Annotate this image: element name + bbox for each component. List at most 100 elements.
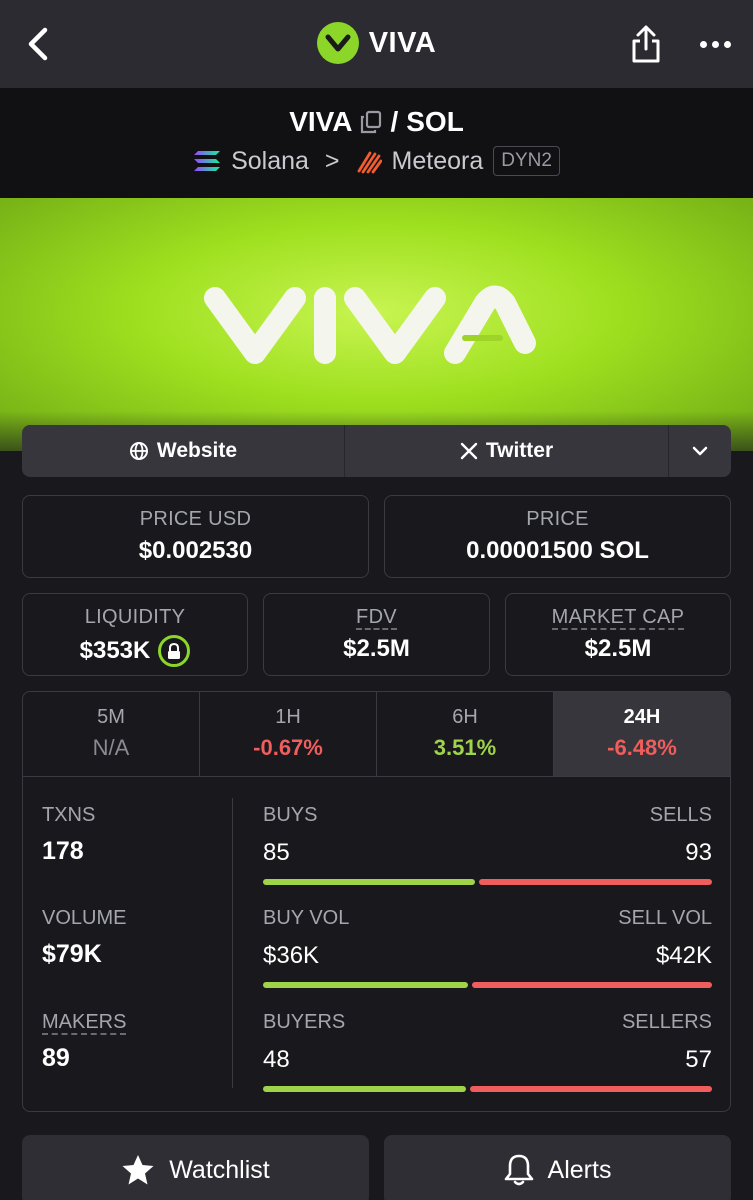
copy-icon[interactable]: [360, 110, 382, 134]
column-divider: [232, 798, 233, 1088]
market-cap-label-wrap: MARKET CAP: [506, 606, 730, 630]
buys-sells-bar: [263, 879, 712, 885]
tab-6h[interactable]: 6H 3.51%: [377, 692, 554, 776]
watchlist-button[interactable]: Watchlist: [22, 1135, 369, 1200]
top-bar: VIVA: [0, 0, 753, 88]
fdv-label-wrap: FDV: [264, 606, 489, 630]
tab-change: -0.67%: [253, 735, 323, 760]
dot-icon: [699, 40, 707, 48]
price-usd-box: PRICE USD $0.002530: [22, 495, 369, 578]
share-button[interactable]: [626, 22, 666, 66]
alerts-button[interactable]: Alerts: [384, 1135, 731, 1200]
buyers-sellers-ratio: BUYERS SELLERS 48 57: [263, 1011, 712, 1092]
timeframe-tabs: 5M N/A 1H -0.67% 6H 3.51% 24H -6.48%: [23, 692, 730, 777]
viva-wordmark-logo: [204, 285, 536, 364]
tab-5m[interactable]: 5M N/A: [23, 692, 200, 776]
lock-icon[interactable]: [158, 635, 191, 667]
solana-icon: [194, 151, 221, 171]
website-label: Website: [156, 439, 238, 462]
market-cap-box[interactable]: MARKET CAP $2.5M: [505, 593, 731, 676]
buy-bar-segment: [263, 982, 468, 988]
meteora-icon: [357, 151, 382, 174]
pair-line: VIVA / SOL: [0, 106, 753, 138]
pool-type-badge: DYN2: [493, 146, 560, 176]
alerts-label: Alerts: [547, 1155, 612, 1184]
dex-name[interactable]: Meteora: [392, 147, 484, 176]
links-row: Website Twitter: [22, 425, 731, 477]
buys-label: BUYS: [263, 804, 318, 826]
fdv-value: $2.5M: [343, 635, 410, 662]
twitter-label: Twitter: [485, 439, 554, 462]
x-logo-icon: [460, 442, 478, 460]
watchlist-label: Watchlist: [169, 1155, 270, 1184]
globe-icon: [129, 442, 148, 460]
sell-vol-label: SELL VOL: [618, 907, 712, 929]
tab-24h[interactable]: 24H -6.48%: [554, 692, 730, 776]
tab-change: -6.48%: [607, 735, 677, 760]
chain-line: Solana > Meteora DYN2: [0, 146, 753, 176]
buys-sells-ratio: BUYS SELLS 85 93: [263, 804, 712, 885]
volume-bar: [263, 982, 712, 988]
chain-name[interactable]: Solana: [231, 147, 309, 176]
sell-vol-value: $42K: [655, 942, 712, 969]
buy-vol-label: BUY VOL: [263, 907, 350, 929]
sell-bar-segment: [470, 1086, 712, 1092]
market-cap-label: MARKET CAP: [551, 606, 685, 630]
tab-label: 1H: [275, 706, 301, 728]
sellers-label: SELLERS: [621, 1011, 712, 1033]
expand-links-button[interactable]: [669, 425, 731, 477]
bell-icon: [504, 1154, 533, 1186]
makers-stat[interactable]: MAKERS 89: [42, 1011, 127, 1073]
buyers-value: 48: [263, 1046, 290, 1073]
website-button[interactable]: Website: [22, 425, 345, 477]
sells-label: SELLS: [649, 804, 712, 826]
price-native-label: PRICE: [526, 508, 589, 530]
fdv-box[interactable]: FDV $2.5M: [263, 593, 490, 676]
makers-label-wrap: MAKERS: [42, 1011, 127, 1035]
chevron-right-icon: >: [324, 146, 340, 175]
share-icon: [632, 25, 660, 63]
liquidity-value: $353K: [79, 637, 151, 664]
tab-1h[interactable]: 1H -0.67%: [200, 692, 377, 776]
volume-label: VOLUME: [42, 907, 127, 929]
liquidity-box: LIQUIDITY $353K: [22, 593, 248, 676]
txns-stat: TXNS 178: [42, 804, 95, 866]
fdv-label: FDV: [356, 606, 397, 630]
pair-header: VIVA / SOL Solana > Meteora DYN2: [0, 88, 753, 198]
makers-value: 89: [42, 1044, 70, 1072]
volume-stat: VOLUME $79K: [42, 907, 126, 969]
app-title: VIVA: [368, 26, 437, 59]
buy-bar-segment: [263, 1086, 467, 1092]
dot-icon: [723, 40, 731, 48]
price-native-value: 0.00001500 SOL: [466, 537, 649, 564]
txns-value: 178: [42, 837, 84, 865]
quote-token: SOL: [406, 106, 464, 137]
tab-label: 5M: [97, 706, 125, 728]
sells-value: 93: [685, 839, 712, 866]
tab-label: 24H: [623, 706, 661, 728]
tab-change: N/A: [92, 735, 130, 760]
volume-ratio: BUY VOL SELL VOL $36K $42K: [263, 907, 712, 988]
sell-bar-segment: [471, 982, 712, 988]
buys-value: 85: [263, 839, 290, 866]
base-token: VIVA: [289, 106, 353, 137]
star-icon: [122, 1155, 154, 1185]
dot-icon: [711, 40, 719, 48]
liquidity-label: LIQUIDITY: [84, 606, 186, 628]
twitter-button[interactable]: Twitter: [345, 425, 669, 477]
txn-stats-panel: 5M N/A 1H -0.67% 6H 3.51% 24H -6.48% TXN…: [22, 691, 731, 1112]
price-usd-value: $0.002530: [138, 537, 253, 564]
tab-change: 3.51%: [433, 735, 497, 760]
sell-bar-segment: [479, 879, 712, 885]
token-banner: [0, 198, 753, 451]
txns-label: TXNS: [42, 804, 96, 826]
pair-separator: /: [390, 106, 399, 137]
price-native-box: PRICE 0.00001500 SOL: [384, 495, 731, 578]
buy-vol-value: $36K: [263, 942, 320, 969]
buy-bar-segment: [263, 879, 476, 885]
liquidity-value-wrap: $353K: [23, 635, 247, 667]
more-options-button[interactable]: [692, 26, 738, 62]
market-cap-value: $2.5M: [584, 635, 652, 662]
buyers-sellers-bar: [263, 1086, 712, 1092]
makers-label: MAKERS: [42, 1011, 127, 1035]
